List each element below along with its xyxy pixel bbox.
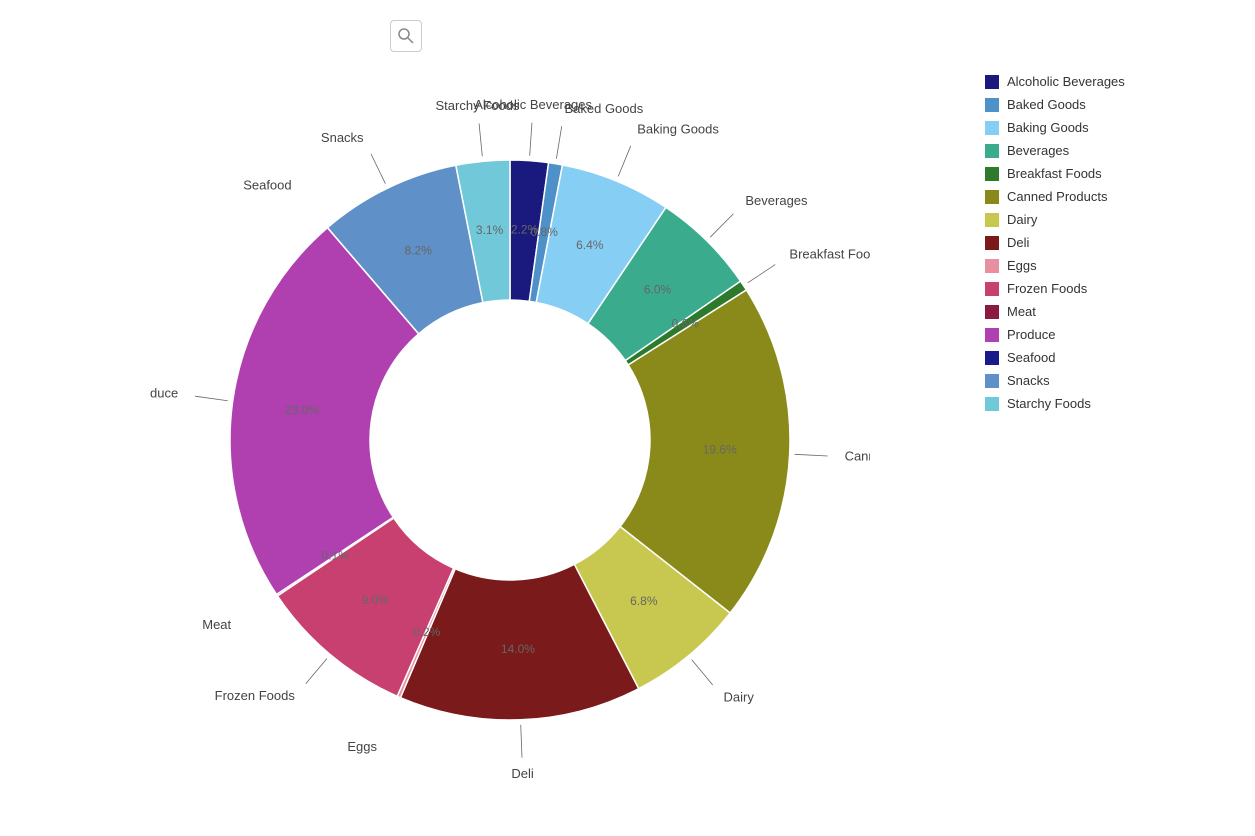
legend-item: Baked Goods [985, 97, 1225, 112]
segment-pct-label: 0.8% [530, 225, 558, 239]
chart-area: 2.2%Alcoholic Beverages0.8%Baked Goods6.… [30, 60, 990, 820]
segment-label: Baking Goods [637, 122, 719, 137]
legend-item: Produce [985, 327, 1225, 342]
legend-item: Meat [985, 304, 1225, 319]
legend-item: Alcoholic Beverages [985, 74, 1225, 89]
segment-pct-label: 0.6% [671, 316, 699, 330]
segment-label: Canned Products [845, 448, 870, 463]
legend-label: Alcoholic Beverages [1007, 74, 1125, 89]
legend: Alcoholic Beverages Baked Goods Baking G… [985, 60, 1225, 419]
legend-item: Starchy Foods [985, 396, 1225, 411]
segment-label: Frozen Foods [215, 688, 296, 703]
segment-pct-label: 6.0% [644, 283, 672, 297]
label-line [692, 660, 713, 685]
label-line [371, 154, 385, 184]
segment-label: Snacks [321, 130, 364, 145]
legend-item: Snacks [985, 373, 1225, 388]
segment-pct-label: 9.0% [361, 593, 389, 607]
legend-label: Deli [1007, 235, 1029, 250]
segment-pct-label: 6.4% [576, 238, 604, 252]
segment-pct-label: 23.0% [285, 403, 319, 417]
segment-pct-label: 19.6% [703, 443, 737, 457]
legend-label: Frozen Foods [1007, 281, 1087, 296]
segment-label: Seafood [243, 177, 291, 192]
chart-container: Alcoholic Beverages Baked Goods Baking G… [0, 0, 1255, 836]
label-line [306, 658, 327, 683]
label-line [521, 725, 522, 758]
label-line [748, 265, 776, 283]
legend-item: Breakfast Foods [985, 166, 1225, 181]
label-line [556, 126, 561, 159]
legend-label: Starchy Foods [1007, 396, 1091, 411]
legend-label: Beverages [1007, 143, 1069, 158]
legend-label: Baked Goods [1007, 97, 1086, 112]
title-area [390, 20, 430, 52]
legend-item: Deli [985, 235, 1225, 250]
label-line [795, 454, 828, 456]
legend-label: Seafood [1007, 350, 1055, 365]
legend-item: Canned Products [985, 189, 1225, 204]
segment-label: Deli [511, 766, 534, 781]
segment-pct-label: 14.0% [501, 642, 535, 656]
segment-pct-label: 3.1% [476, 223, 504, 237]
segment-label: Breakfast Foods [789, 247, 870, 262]
legend-label: Eggs [1007, 258, 1037, 273]
legend-item: Eggs [985, 258, 1225, 273]
legend-items: Alcoholic Beverages Baked Goods Baking G… [985, 74, 1225, 411]
segment-label: Baked Goods [564, 101, 643, 116]
legend-item: Seafood [985, 350, 1225, 365]
segment-label: Produce [150, 385, 178, 400]
legend-item: Frozen Foods [985, 281, 1225, 296]
legend-label: Meat [1007, 304, 1036, 319]
label-line [195, 396, 228, 401]
legend-label: Baking Goods [1007, 120, 1089, 135]
segment-pct-label: 0.1% [322, 549, 350, 563]
segment-label: Dairy [724, 690, 755, 705]
label-line [618, 146, 631, 177]
label-line [710, 214, 733, 237]
donut-chart: 2.2%Alcoholic Beverages0.8%Baked Goods6.… [150, 80, 870, 800]
legend-item: Dairy [985, 212, 1225, 227]
legend-item: Baking Goods [985, 120, 1225, 135]
segment-pct-label: 8.2% [405, 243, 433, 257]
segment-label: Beverages [745, 193, 808, 208]
legend-item: Beverages [985, 143, 1225, 158]
legend-label: Breakfast Foods [1007, 166, 1102, 181]
label-line [530, 123, 532, 156]
label-line [479, 124, 482, 157]
legend-label: Dairy [1007, 212, 1037, 227]
segment-label: Meat [202, 617, 231, 632]
segment-pct-label: 6.8% [630, 594, 658, 608]
legend-label: Produce [1007, 327, 1055, 342]
segment-label: Eggs [347, 739, 377, 754]
legend-label: Canned Products [1007, 189, 1107, 204]
legend-label: Snacks [1007, 373, 1050, 388]
segment-label: Starchy Foods [436, 98, 520, 113]
search-icon [390, 20, 422, 52]
segment-pct-label: 0.2% [413, 625, 441, 639]
